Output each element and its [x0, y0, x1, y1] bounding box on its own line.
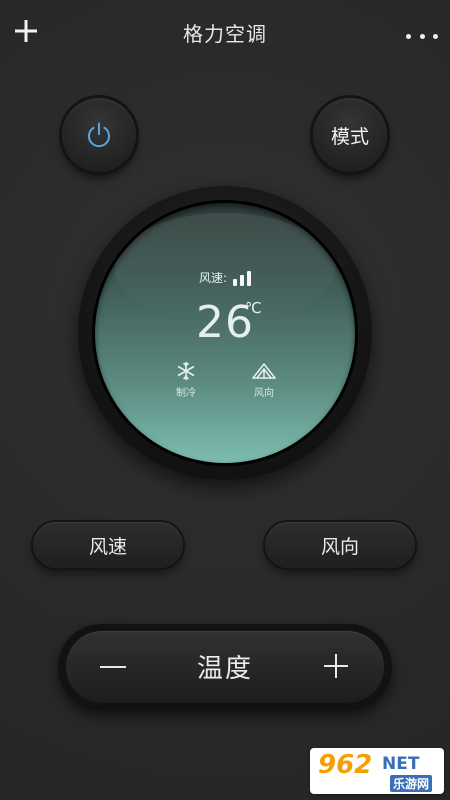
power-button[interactable]	[62, 98, 136, 172]
watermark-sub: 乐游网	[390, 775, 433, 792]
air-conditioner-remote-screen: 格力空调 模式 风速: 26 ℃ 制冷 风向 风速 风向 温度 962 NET …	[0, 0, 450, 800]
fan-speed-indicator: 风速:	[95, 269, 355, 286]
temperature-value: 26	[196, 297, 254, 348]
site-watermark: 962 NET 乐游网	[310, 748, 446, 796]
temperature-readout: 26 ℃	[95, 297, 355, 348]
temperature-unit: ℃	[245, 299, 262, 317]
mode-caption: 制冷	[176, 388, 196, 399]
watermark-net: NET	[382, 754, 420, 774]
watermark-number: 962	[318, 750, 373, 780]
direction-caption: 风向	[254, 388, 274, 399]
power-icon	[88, 122, 110, 148]
temperature-up-button[interactable]	[315, 645, 357, 687]
status-icons-row: 制冷 风向	[95, 361, 355, 399]
direction-status: 风向	[242, 361, 286, 399]
status-display: 风速: 26 ℃ 制冷 风向	[95, 203, 355, 463]
temperature-down-button[interactable]	[92, 650, 134, 684]
mode-status: 制冷	[164, 361, 208, 399]
wind-direction-button[interactable]: 风向	[265, 522, 415, 568]
fan-speed-button[interactable]: 风速	[33, 522, 183, 568]
temperature-label: 温度	[196, 654, 253, 684]
page-title: 格力空调	[183, 22, 267, 46]
mode-button[interactable]: 模式	[313, 98, 387, 172]
fan-speed-label: 风速:	[198, 271, 228, 285]
wind-direction-icon	[252, 363, 276, 379]
minus-icon	[100, 666, 126, 668]
top-bar: 格力空调	[0, 0, 450, 70]
plus-icon	[324, 654, 348, 678]
more-dots-icon	[406, 33, 411, 39]
signal-bars-icon	[233, 270, 252, 286]
more-options-button[interactable]	[406, 26, 438, 46]
mode-button-label: 模式	[330, 125, 369, 148]
snowflake-icon	[177, 361, 195, 381]
